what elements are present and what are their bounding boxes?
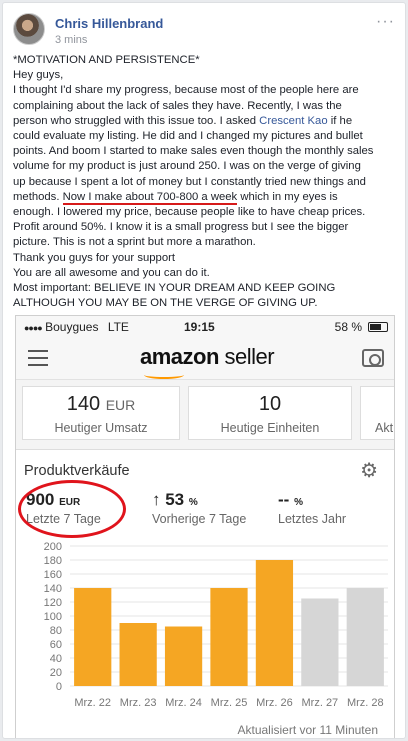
y-tick-label: 200 bbox=[44, 541, 62, 553]
bar[interactable] bbox=[210, 588, 248, 686]
carrier-info: ●●●● Bouygues LTE bbox=[24, 320, 129, 334]
post-line: picture. This is not a sprint but more a… bbox=[13, 236, 256, 249]
carrier-name: Bouygues bbox=[45, 320, 99, 334]
card-label: Heutiger Umsatz bbox=[54, 421, 148, 435]
amazon-smile-icon bbox=[144, 371, 184, 379]
summary-cards: 140 EUR Heutiger Umsatz 10 Heutige Einhe… bbox=[16, 386, 394, 442]
camera-icon[interactable] bbox=[362, 349, 384, 367]
bar[interactable] bbox=[74, 588, 112, 686]
post-line: person who struggled with this issue too… bbox=[13, 114, 399, 129]
y-tick-label: 40 bbox=[50, 653, 62, 665]
post-line: You are all awesome and you can do it. bbox=[13, 266, 210, 279]
post-line: Most important: BELIEVE IN YOUR DREAM AN… bbox=[13, 282, 336, 295]
x-tick-label: Mrz. 23 bbox=[120, 697, 157, 709]
metric-label: Vorherige 7 Tage bbox=[152, 512, 247, 526]
post-line: up because I spent a lot of money but I … bbox=[13, 175, 366, 188]
bar[interactable] bbox=[255, 560, 294, 686]
x-tick-label: Mrz. 24 bbox=[165, 697, 202, 709]
post-text-fragment: person who struggled with this issue too… bbox=[13, 114, 260, 127]
y-tick-label: 60 bbox=[50, 639, 62, 651]
bar[interactable] bbox=[164, 626, 203, 687]
more-options-icon[interactable]: ··· bbox=[376, 13, 395, 31]
metric-value-row: -- % bbox=[278, 490, 346, 510]
app-header: amazon seller bbox=[16, 338, 394, 380]
panel-title: Produktverkäufe bbox=[24, 463, 130, 479]
author-name[interactable]: Chris Hillenbrand bbox=[55, 16, 163, 31]
phone-clock: 19:15 bbox=[184, 320, 215, 334]
card-today-sales[interactable]: 140 EUR Heutiger Umsatz bbox=[22, 386, 180, 440]
card-unit: EUR bbox=[105, 397, 136, 413]
y-tick-label: 120 bbox=[44, 597, 62, 609]
facebook-post: Chris Hillenbrand 3 mins ··· *MOTIVATION… bbox=[2, 2, 406, 739]
post-body: *MOTIVATION AND PERSISTENCE* Hey guys, I… bbox=[13, 53, 399, 311]
signal-icon: ●●●● bbox=[24, 323, 43, 333]
post-line: complaining about the lack of sales they… bbox=[13, 99, 342, 112]
card-partial[interactable]: Akt bbox=[360, 386, 394, 440]
card-value: 10 bbox=[258, 393, 282, 415]
hamburger-menu-icon[interactable] bbox=[28, 350, 48, 366]
card-label: Heutige Einheiten bbox=[220, 421, 320, 435]
card-value-row: 140 EUR bbox=[23, 393, 179, 416]
post-line: ALTHOUGH YOU MAY BE ON THE VERGE OF GIVI… bbox=[13, 297, 318, 310]
post-line: points. And boom I started to make sales… bbox=[13, 145, 374, 158]
product-sales-panel: Produktverkäufe ⚙ 900 EUR Letzte 7 Tage … bbox=[16, 449, 394, 738]
attached-screenshot[interactable]: ●●●● Bouygues LTE 19:15 58 % amazon sell… bbox=[15, 315, 395, 738]
network-type: LTE bbox=[107, 320, 129, 334]
bar[interactable] bbox=[346, 588, 384, 686]
battery-percent: 58 % bbox=[334, 320, 362, 334]
post-line: volume for my product is just around 250… bbox=[13, 160, 361, 173]
metric-value: -- bbox=[278, 490, 290, 509]
card-today-units[interactable]: 10 Heutige Einheiten bbox=[188, 386, 352, 440]
bar[interactable] bbox=[119, 623, 157, 686]
avatar[interactable] bbox=[13, 13, 45, 45]
post-text-fragment: methods. bbox=[13, 190, 63, 203]
post-text-fragment: which in my eyes is bbox=[237, 190, 338, 203]
y-tick-label: 20 bbox=[50, 667, 62, 679]
card-value: 140 bbox=[66, 393, 101, 415]
post-line: *MOTIVATION AND PERSISTENCE* bbox=[13, 54, 200, 66]
red-highlight-circle bbox=[18, 480, 126, 538]
post-line: enough. I lowered my price, because peop… bbox=[13, 206, 366, 219]
y-tick-label: 140 bbox=[44, 583, 62, 595]
metric-value-row: ↑ 53 % bbox=[152, 490, 246, 510]
card-label: Akt bbox=[375, 421, 394, 435]
post-line: Thank you guys for your support bbox=[13, 251, 176, 264]
post-timestamp[interactable]: 3 mins bbox=[55, 34, 87, 46]
bar[interactable] bbox=[301, 598, 339, 687]
x-tick-label: Mrz. 25 bbox=[211, 697, 248, 709]
post-line: methods. Now I make about 700-800 a week… bbox=[13, 190, 399, 205]
amazon-seller-logo: amazon seller bbox=[140, 344, 275, 370]
post-line: I thought I'd share my progress, because… bbox=[13, 84, 359, 97]
x-tick-label: Mrz. 26 bbox=[256, 697, 293, 709]
x-tick-label: Mrz. 22 bbox=[74, 697, 111, 709]
sales-bar-chart: 0 20 40 60 80 100 120 140 160 180 200 Mrz. 22 Mrz. 2… bbox=[44, 541, 388, 709]
metric-previous-7-days: ↑ 53 % Vorherige 7 Tage bbox=[152, 490, 246, 526]
underlined-highlight: Now I make about 700-800 a week bbox=[62, 190, 238, 205]
metric-unit: % bbox=[294, 497, 303, 508]
post-line: Hey guys, bbox=[13, 69, 64, 82]
y-tick-label: 80 bbox=[50, 625, 62, 637]
logo-amazon-text: amazon bbox=[140, 344, 219, 369]
logo-seller-text: seller bbox=[224, 344, 275, 369]
post-text-fragment: if he bbox=[327, 114, 353, 127]
last-updated-text: Aktualisiert vor 11 Minuten bbox=[237, 723, 378, 737]
battery-icon bbox=[368, 322, 388, 332]
metric-value: ↑ 53 bbox=[152, 490, 185, 509]
metric-unit: % bbox=[188, 497, 198, 508]
x-tick-label: Mrz. 27 bbox=[302, 697, 339, 709]
post-header: Chris Hillenbrand 3 mins ··· bbox=[13, 13, 397, 49]
card-value-row: 10 bbox=[189, 393, 351, 416]
y-tick-label: 180 bbox=[44, 555, 62, 567]
y-tick-label: 0 bbox=[56, 681, 62, 693]
post-line: Profit around 50%. I know it is a small … bbox=[13, 221, 349, 234]
phone-status-bar: ●●●● Bouygues LTE 19:15 58 % bbox=[16, 316, 394, 338]
x-tick-label: Mrz. 28 bbox=[347, 697, 384, 709]
metric-last-year: -- % Letztes Jahr bbox=[278, 490, 346, 526]
post-line: could evaluate my listing. He did and I … bbox=[13, 130, 363, 143]
metric-label: Letztes Jahr bbox=[278, 512, 347, 526]
y-tick-label: 160 bbox=[44, 569, 62, 581]
gear-icon[interactable]: ⚙ bbox=[360, 461, 378, 481]
y-tick-label: 100 bbox=[44, 611, 62, 623]
mention-link[interactable]: Crescent Kao bbox=[259, 115, 327, 127]
